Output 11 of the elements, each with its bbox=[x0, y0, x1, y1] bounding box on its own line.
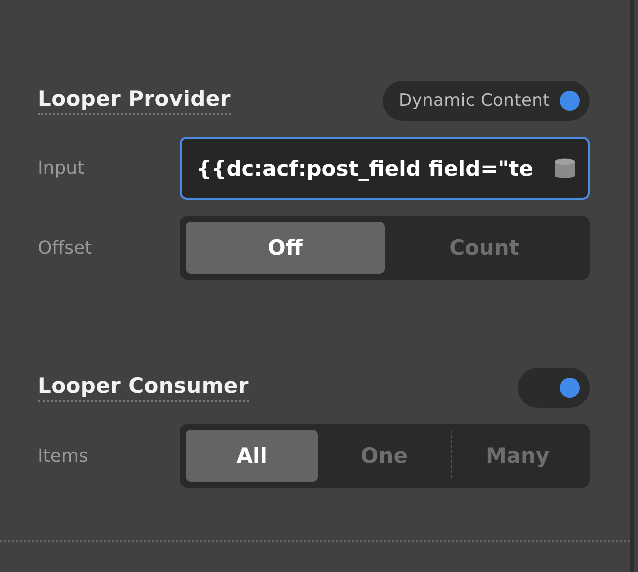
section-title: Looper Consumer bbox=[38, 374, 249, 402]
toggle-switch[interactable] bbox=[518, 368, 590, 408]
input-field[interactable]: {{dc:acf:post_field field="te bbox=[180, 137, 590, 200]
segment-option[interactable]: Off bbox=[186, 222, 385, 274]
field-label: Items bbox=[38, 446, 90, 466]
database-icon[interactable] bbox=[554, 156, 576, 180]
dynamic-content-toggle[interactable]: Dynamic Content bbox=[383, 81, 590, 121]
field-label: Input bbox=[38, 158, 86, 179]
section-title: Looper Provider bbox=[38, 87, 231, 115]
segment-option[interactable]: All bbox=[186, 430, 318, 482]
field-label: Offset bbox=[38, 238, 94, 258]
